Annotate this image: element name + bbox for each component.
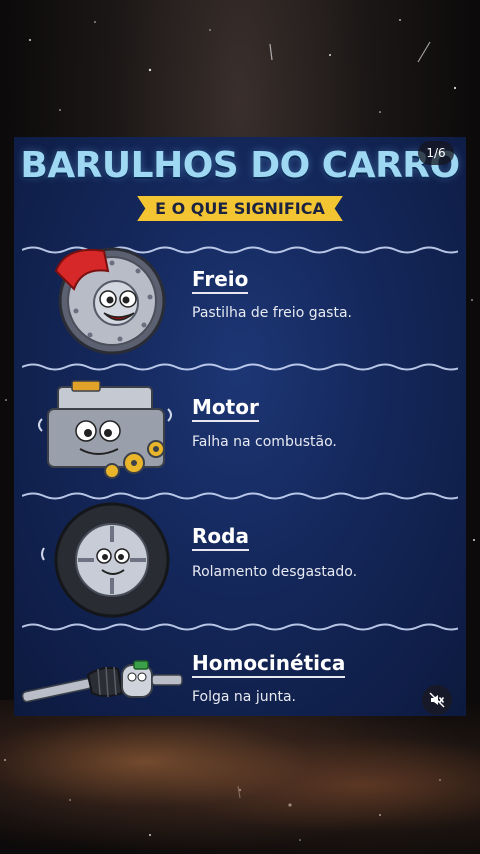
item-description: Pastilha de freio gasta. xyxy=(192,305,352,321)
wave-divider xyxy=(22,363,458,371)
subtitle-ribbon: E O QUE SIGNIFICA xyxy=(137,196,343,221)
item-title: Roda xyxy=(192,524,249,551)
wave-divider xyxy=(22,623,458,631)
list-item-motor: Motor Falha na combustão. xyxy=(14,375,466,487)
item-description: Falha na combustão. xyxy=(192,434,337,450)
list-item-freio: Freio Pastilha de freio gasta. xyxy=(14,247,466,361)
item-title: Freio xyxy=(192,267,249,294)
list-item-homocinetica: Homocinética Folga na junta. xyxy=(14,633,466,716)
item-description: Folga na junta. xyxy=(192,689,296,705)
wheel-icon xyxy=(41,502,170,618)
engine-icon xyxy=(38,380,172,479)
item-title: Homocinética xyxy=(192,651,346,678)
cv-joint-icon xyxy=(21,660,183,703)
post-title: BARULHOS DO CARRO xyxy=(20,145,460,186)
list-item-roda: Roda Rolamento desgastado. xyxy=(14,502,466,620)
page-counter: 1/6 xyxy=(418,141,454,165)
post-card[interactable]: BARULHOS DO CARRO E O QUE SIGNIFICA 1/6 xyxy=(14,137,466,716)
item-description: Rolamento desgastado. xyxy=(192,564,358,580)
mute-button[interactable] xyxy=(422,685,452,715)
nebula-glow xyxy=(0,700,480,854)
speaker-muted-icon xyxy=(429,692,445,708)
brake-disc-icon xyxy=(54,247,166,355)
item-title: Motor xyxy=(192,395,259,422)
wave-divider xyxy=(22,492,458,500)
